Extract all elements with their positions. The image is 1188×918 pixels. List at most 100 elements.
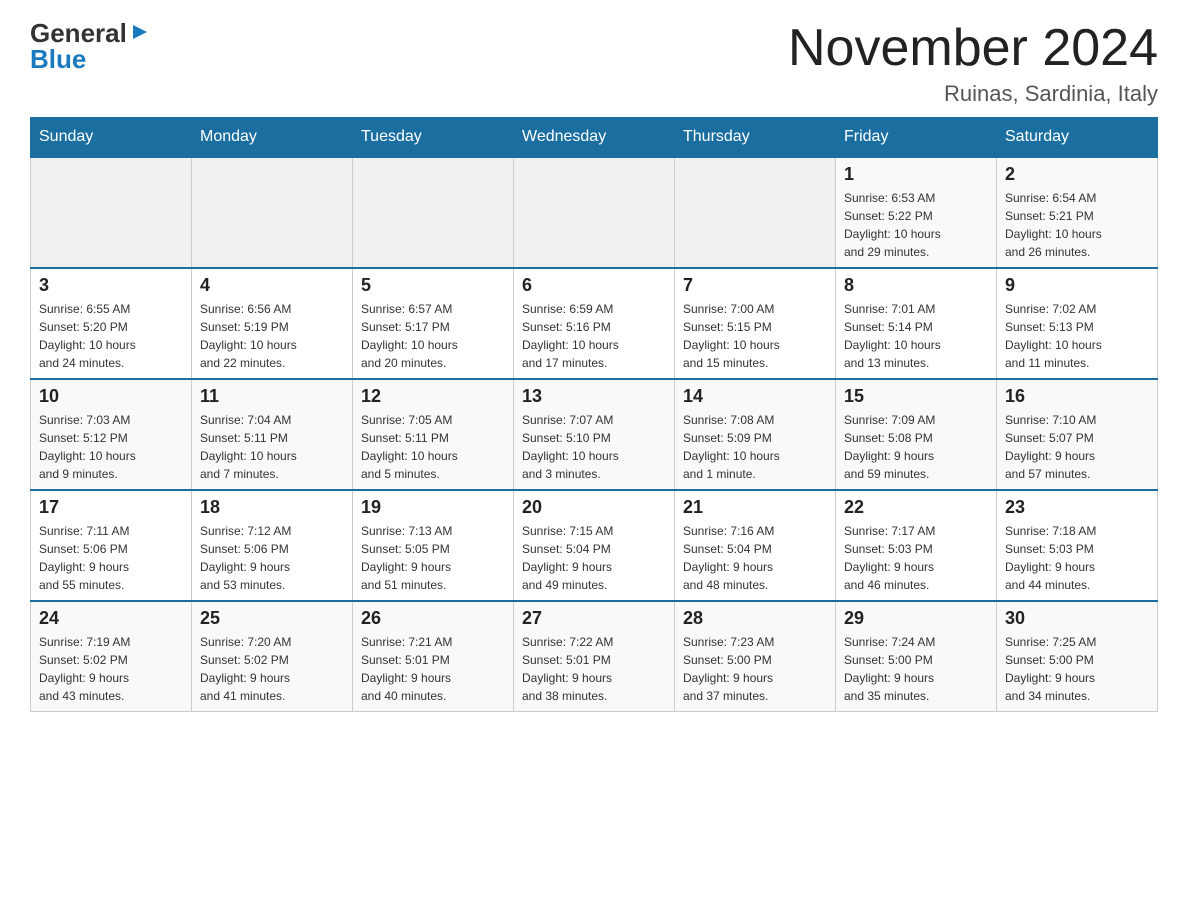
calendar-cell: 2Sunrise: 6:54 AM Sunset: 5:21 PM Daylig…: [997, 157, 1158, 268]
day-info: Sunrise: 7:24 AM Sunset: 5:00 PM Dayligh…: [844, 633, 988, 705]
calendar-week-row-5: 24 Sunrise: 7:19 AM Sunset: 5:02 PM Dayli…: [31, 601, 1158, 712]
calendar-cell: 7 Sunrise: 7:00 AM Sunset: 5:15 PM Daylig…: [675, 268, 836, 379]
day-info: Sunrise: 6:57 AM Sunset: 5:17 PM Dayligh…: [361, 300, 505, 372]
day-info: Sunrise: 7:15 AM Sunset: 5:04 PM Dayligh…: [522, 522, 666, 594]
col-tuesday: Tuesday: [353, 118, 514, 158]
calendar-cell: 3 Sunrise: 6:55 AM Sunset: 5:20 PM Daylig…: [31, 268, 192, 379]
calendar-cell: 11 Sunrise: 7:04 AM Sunset: 5:11 PM Dayli…: [192, 379, 353, 490]
day-info: Sunrise: 7:22 AM Sunset: 5:01 PM Dayligh…: [522, 633, 666, 705]
col-friday: Friday: [836, 118, 997, 158]
col-wednesday: Wednesday: [514, 118, 675, 158]
calendar-cell: 15 Sunrise: 7:09 AM Sunset: 5:08 PM Dayli…: [836, 379, 997, 490]
day-number: 22: [844, 497, 988, 518]
day-number: 4: [200, 275, 344, 296]
logo: General Blue: [30, 20, 151, 72]
calendar-cell: 26Sunrise: 7:21 AM Sunset: 5:01 PM Dayli…: [353, 601, 514, 712]
day-number: 20: [522, 497, 666, 518]
day-info: Sunrise: 7:19 AM Sunset: 5:02 PM Dayligh…: [39, 633, 183, 705]
day-info: Sunrise: 7:02 AM Sunset: 5:13 PM Dayligh…: [1005, 300, 1149, 372]
day-number: 30: [1005, 608, 1149, 629]
day-number: 25: [200, 608, 344, 629]
day-info: Sunrise: 7:09 AM Sunset: 5:08 PM Dayligh…: [844, 411, 988, 483]
calendar-week-row-2: 3 Sunrise: 6:55 AM Sunset: 5:20 PM Daylig…: [31, 268, 1158, 379]
calendar-title: November 2024: [788, 20, 1158, 77]
day-info: Sunrise: 6:56 AM Sunset: 5:19 PM Dayligh…: [200, 300, 344, 372]
col-saturday: Saturday: [997, 118, 1158, 158]
day-info: Sunrise: 7:10 AM Sunset: 5:07 PM Dayligh…: [1005, 411, 1149, 483]
calendar-cell: [192, 157, 353, 268]
logo-blue-text: Blue: [30, 46, 86, 72]
day-number: 27: [522, 608, 666, 629]
day-info: Sunrise: 7:17 AM Sunset: 5:03 PM Dayligh…: [844, 522, 988, 594]
day-number: 24: [39, 608, 183, 629]
calendar-cell: 22 Sunrise: 7:17 AM Sunset: 5:03 PM Dayli…: [836, 490, 997, 601]
calendar-cell: 6 Sunrise: 6:59 AM Sunset: 5:16 PM Daylig…: [514, 268, 675, 379]
day-info: Sunrise: 7:20 AM Sunset: 5:02 PM Dayligh…: [200, 633, 344, 705]
day-info: Sunrise: 6:53 AM Sunset: 5:22 PM Dayligh…: [844, 189, 988, 261]
day-info: Sunrise: 7:07 AM Sunset: 5:10 PM Dayligh…: [522, 411, 666, 483]
day-number: 10: [39, 386, 183, 407]
calendar-cell: [675, 157, 836, 268]
calendar-cell: [353, 157, 514, 268]
day-info: Sunrise: 7:03 AM Sunset: 5:12 PM Dayligh…: [39, 411, 183, 483]
calendar-week-row-4: 17 Sunrise: 7:11 AM Sunset: 5:06 PM Dayli…: [31, 490, 1158, 601]
day-number: 1: [844, 164, 988, 185]
page-header: General Blue November 2024 Ruinas, Sardi…: [30, 20, 1158, 107]
day-number: 2: [1005, 164, 1149, 185]
day-number: 26: [361, 608, 505, 629]
calendar-cell: 17 Sunrise: 7:11 AM Sunset: 5:06 PM Dayli…: [31, 490, 192, 601]
day-info: Sunrise: 7:16 AM Sunset: 5:04 PM Dayligh…: [683, 522, 827, 594]
calendar-cell: 8Sunrise: 7:01 AM Sunset: 5:14 PM Daylig…: [836, 268, 997, 379]
calendar-cell: 29 Sunrise: 7:24 AM Sunset: 5:00 PM Dayli…: [836, 601, 997, 712]
calendar-cell: 1 Sunrise: 6:53 AM Sunset: 5:22 PM Daylig…: [836, 157, 997, 268]
calendar-cell: [31, 157, 192, 268]
calendar-cell: 4 Sunrise: 6:56 AM Sunset: 5:19 PM Daylig…: [192, 268, 353, 379]
calendar-cell: [514, 157, 675, 268]
day-info: Sunrise: 7:18 AM Sunset: 5:03 PM Dayligh…: [1005, 522, 1149, 594]
day-number: 5: [361, 275, 505, 296]
day-number: 15: [844, 386, 988, 407]
day-number: 23: [1005, 497, 1149, 518]
day-number: 19: [361, 497, 505, 518]
day-number: 3: [39, 275, 183, 296]
day-info: Sunrise: 7:25 AM Sunset: 5:00 PM Dayligh…: [1005, 633, 1149, 705]
day-number: 13: [522, 386, 666, 407]
day-info: Sunrise: 7:00 AM Sunset: 5:15 PM Dayligh…: [683, 300, 827, 372]
col-sunday: Sunday: [31, 118, 192, 158]
day-info: Sunrise: 7:04 AM Sunset: 5:11 PM Dayligh…: [200, 411, 344, 483]
calendar-cell: 5 Sunrise: 6:57 AM Sunset: 5:17 PM Daylig…: [353, 268, 514, 379]
day-info: Sunrise: 6:59 AM Sunset: 5:16 PM Dayligh…: [522, 300, 666, 372]
calendar-cell: 25 Sunrise: 7:20 AM Sunset: 5:02 PM Dayli…: [192, 601, 353, 712]
day-info: Sunrise: 7:13 AM Sunset: 5:05 PM Dayligh…: [361, 522, 505, 594]
logo-triangle-icon: [129, 21, 151, 43]
day-number: 21: [683, 497, 827, 518]
day-info: Sunrise: 7:11 AM Sunset: 5:06 PM Dayligh…: [39, 522, 183, 594]
day-number: 7: [683, 275, 827, 296]
day-info: Sunrise: 7:23 AM Sunset: 5:00 PM Dayligh…: [683, 633, 827, 705]
day-number: 12: [361, 386, 505, 407]
calendar-week-row-3: 10 Sunrise: 7:03 AM Sunset: 5:12 PM Dayli…: [31, 379, 1158, 490]
calendar-cell: 16Sunrise: 7:10 AM Sunset: 5:07 PM Dayli…: [997, 379, 1158, 490]
day-info: Sunrise: 7:05 AM Sunset: 5:11 PM Dayligh…: [361, 411, 505, 483]
day-number: 9: [1005, 275, 1149, 296]
day-number: 11: [200, 386, 344, 407]
calendar-cell: 10 Sunrise: 7:03 AM Sunset: 5:12 PM Dayli…: [31, 379, 192, 490]
calendar-cell: 21 Sunrise: 7:16 AM Sunset: 5:04 PM Dayli…: [675, 490, 836, 601]
day-info: Sunrise: 6:55 AM Sunset: 5:20 PM Dayligh…: [39, 300, 183, 372]
calendar-week-row-1: 1 Sunrise: 6:53 AM Sunset: 5:22 PM Daylig…: [31, 157, 1158, 268]
calendar-cell: 12 Sunrise: 7:05 AM Sunset: 5:11 PM Dayli…: [353, 379, 514, 490]
calendar-cell: 20 Sunrise: 7:15 AM Sunset: 5:04 PM Dayli…: [514, 490, 675, 601]
day-number: 6: [522, 275, 666, 296]
calendar-cell: 14Sunrise: 7:08 AM Sunset: 5:09 PM Dayli…: [675, 379, 836, 490]
day-number: 17: [39, 497, 183, 518]
calendar-cell: 28Sunrise: 7:23 AM Sunset: 5:00 PM Dayli…: [675, 601, 836, 712]
col-thursday: Thursday: [675, 118, 836, 158]
day-number: 29: [844, 608, 988, 629]
calendar-cell: 13 Sunrise: 7:07 AM Sunset: 5:10 PM Dayli…: [514, 379, 675, 490]
calendar-header-row: Sunday Monday Tuesday Wednesday Thursday…: [31, 118, 1158, 158]
day-number: 8: [844, 275, 988, 296]
calendar-cell: 30 Sunrise: 7:25 AM Sunset: 5:00 PM Dayli…: [997, 601, 1158, 712]
calendar-cell: 24 Sunrise: 7:19 AM Sunset: 5:02 PM Dayli…: [31, 601, 192, 712]
calendar-cell: 9 Sunrise: 7:02 AM Sunset: 5:13 PM Daylig…: [997, 268, 1158, 379]
calendar-cell: 18Sunrise: 7:12 AM Sunset: 5:06 PM Dayli…: [192, 490, 353, 601]
